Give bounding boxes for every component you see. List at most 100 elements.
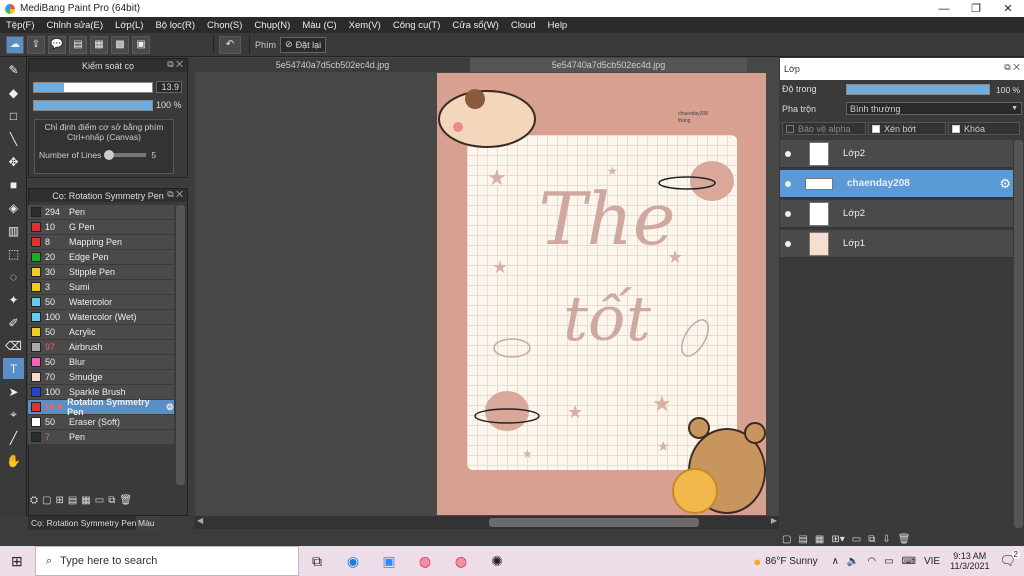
upload-icon[interactable]: ⇪ xyxy=(27,35,45,54)
menu-color[interactable]: Màu (C) xyxy=(296,20,342,31)
chrome-icon[interactable]: ◍ xyxy=(413,550,437,572)
chrome-icon-2[interactable]: ◍ xyxy=(449,550,473,572)
clock[interactable]: 9:13 AM 11/3/2021 xyxy=(950,551,989,571)
brush-item[interactable]: 10 G Pen xyxy=(28,220,174,235)
divide-tool-icon[interactable]: ╱ xyxy=(3,427,24,448)
taskbar-search[interactable]: ⌕ Type here to search xyxy=(35,546,299,576)
visibility-icon[interactable] xyxy=(785,150,791,157)
brush-item[interactable]: 50 Blur xyxy=(28,355,174,370)
brush-size-value[interactable]: 13.9 xyxy=(156,81,182,93)
brush-item[interactable]: 7 Pen xyxy=(28,430,174,445)
text-tool-icon[interactable]: T xyxy=(3,358,24,379)
brush-item[interactable]: 70 Smudge xyxy=(28,370,174,385)
magic-wand-icon[interactable]: ✦ xyxy=(3,289,24,310)
menu-file[interactable]: Tệp(F) xyxy=(0,20,41,31)
layer-row[interactable]: Lớp2 xyxy=(780,200,1013,228)
lasso-tool-icon[interactable]: ◌ xyxy=(3,266,24,287)
clipping-checkbox[interactable]: Xén bớt xyxy=(868,122,946,135)
menu-layer[interactable]: Lớp(L) xyxy=(109,20,149,31)
delete-layer-icon[interactable]: 🗑 xyxy=(898,534,911,545)
duplicate-layer-icon[interactable]: ⧉ xyxy=(868,534,875,545)
layer-row[interactable]: Lớp1 xyxy=(780,230,1013,258)
brush-item[interactable]: 8 Mapping Pen xyxy=(28,235,174,250)
wifi-icon[interactable]: ◠ xyxy=(867,556,876,567)
select-eraser-icon[interactable]: ⌫ xyxy=(3,335,24,356)
blend-mode-select[interactable]: Bình thường ▼ xyxy=(846,102,1022,115)
doc-tab-2[interactable]: 5e54740a7d5cb502ec4d.jpg xyxy=(470,58,747,72)
brush-item[interactable]: 50 Eraser (Soft) xyxy=(28,415,174,430)
bucket-tool-icon[interactable]: ◈ xyxy=(3,197,24,218)
select-tool-icon[interactable]: ⬚ xyxy=(3,243,24,264)
menu-help[interactable]: Help xyxy=(542,20,574,31)
message-icon[interactable]: ▤ xyxy=(69,35,87,54)
edge-icon[interactable]: ◉ xyxy=(341,550,365,572)
layer-panel-close-icon[interactable]: ⧉ ✕ xyxy=(1004,62,1020,73)
new-layer-icon[interactable]: ▢ xyxy=(782,534,791,545)
hand-tool-icon[interactable]: ✋ xyxy=(3,450,24,471)
layer-opacity-slider[interactable] xyxy=(846,84,990,95)
panel-close-icon[interactable]: ⧉ ✕ xyxy=(167,59,183,70)
task-view-icon[interactable]: ⧉ xyxy=(305,550,329,572)
menu-filter[interactable]: Bộ lọc(R) xyxy=(149,20,201,31)
brush-item[interactable]: 30 Stipple Pen xyxy=(28,265,174,280)
protect-alpha-checkbox[interactable]: Bảo vệ alpha xyxy=(782,122,866,135)
lines-slider[interactable] xyxy=(104,150,147,160)
new-halftone-layer-icon[interactable]: ▤ xyxy=(798,534,807,545)
maximize-button[interactable]: ❐ xyxy=(960,0,992,17)
brush-item[interactable]: 3 Sumi xyxy=(28,280,174,295)
brush-item[interactable]: 13.9 Rotation Symmetry Pen ⚙ xyxy=(28,397,174,417)
copy-brush-icon[interactable]: ▤ xyxy=(68,495,77,506)
line-tool-icon[interactable]: ╲ xyxy=(3,128,24,149)
brush-item[interactable]: 20 Edge Pen xyxy=(28,250,174,265)
medibang-taskbar-icon[interactable]: ✺ xyxy=(485,550,509,572)
menu-window[interactable]: Cửa sổ(W) xyxy=(446,20,504,31)
gradient-tool-icon[interactable]: ▥ xyxy=(3,220,24,241)
document-icon[interactable]: ▦ xyxy=(90,35,108,54)
new-8bit-layer-icon[interactable]: ▦ xyxy=(815,534,824,545)
operation-tool-icon[interactable]: ➤ xyxy=(3,381,24,402)
merge-layer-icon[interactable]: ⇩ xyxy=(882,534,890,545)
new-brush-icon[interactable]: ▢ xyxy=(42,495,51,506)
add-brush-icon[interactable]: ⊞ xyxy=(55,495,63,506)
brush-tool-icon[interactable]: ✎ xyxy=(3,59,24,80)
weather-text[interactable]: 86°F Sunny xyxy=(765,556,817,567)
language-indicator[interactable]: VIE xyxy=(924,556,940,567)
keyboard-icon[interactable]: ⌨ xyxy=(902,556,916,567)
rectangle-tool-icon[interactable]: □ xyxy=(3,105,24,126)
menu-select[interactable]: Chọn(S) xyxy=(201,20,248,31)
visibility-icon[interactable] xyxy=(785,180,791,187)
reset-button[interactable]: ⊘ Đặt lại xyxy=(280,36,327,53)
comment-icon[interactable]: 💬 xyxy=(48,35,66,54)
brush-panel-close-icon[interactable]: ⧉ ✕ xyxy=(167,189,183,200)
scroll-right-icon[interactable]: ▶ xyxy=(771,516,777,525)
speaker-icon[interactable]: 🔈 xyxy=(847,556,859,567)
minimize-button[interactable]: — xyxy=(928,0,960,17)
battery-icon[interactable]: ▭ xyxy=(884,556,893,567)
brush-list-scrollbar[interactable] xyxy=(176,205,185,485)
menu-edit[interactable]: Chỉnh sửa(E) xyxy=(41,20,110,31)
brush-item[interactable]: 50 Acrylic xyxy=(28,325,174,340)
menu-tools[interactable]: Công cụ(T) xyxy=(387,20,447,31)
brush-item[interactable]: 97 Airbrush xyxy=(28,340,174,355)
lock-checkbox[interactable]: Khóa xyxy=(948,122,1020,135)
menu-view[interactable]: Xem(V) xyxy=(343,20,387,31)
visibility-icon[interactable] xyxy=(785,210,791,217)
folder-brush-icon[interactable]: ▭ xyxy=(95,495,104,506)
close-button[interactable]: ✕ xyxy=(992,0,1024,17)
layer-list-scrollbar[interactable] xyxy=(1014,140,1023,528)
layer-row-selected[interactable]: chaenday208 ⚙ xyxy=(780,170,1013,198)
brush-opacity-slider[interactable] xyxy=(33,100,153,111)
brush-item[interactable]: 294 Pen xyxy=(28,205,174,220)
canvas-hscroll-thumb[interactable] xyxy=(489,518,699,527)
zoom-icon[interactable]: ▣ xyxy=(377,550,401,572)
add-layer-menu-icon[interactable]: ⊞▾ xyxy=(831,534,844,545)
brush-item[interactable]: 100 Watercolor (Wet) xyxy=(28,310,174,325)
move-tool-icon[interactable]: ✥ xyxy=(3,151,24,172)
menu-snap[interactable]: Chụp(N) xyxy=(248,20,296,31)
cloud-brush-icon[interactable]: ⛭ xyxy=(30,495,38,506)
scroll-left-icon[interactable]: ◀ xyxy=(197,516,203,525)
gear-icon[interactable]: ⚙ xyxy=(999,176,1011,192)
brush-settings-icon[interactable]: ⚙ xyxy=(166,402,174,413)
cloud-icon[interactable]: ☁ xyxy=(6,35,24,54)
brush-item[interactable]: 50 Watercolor xyxy=(28,295,174,310)
